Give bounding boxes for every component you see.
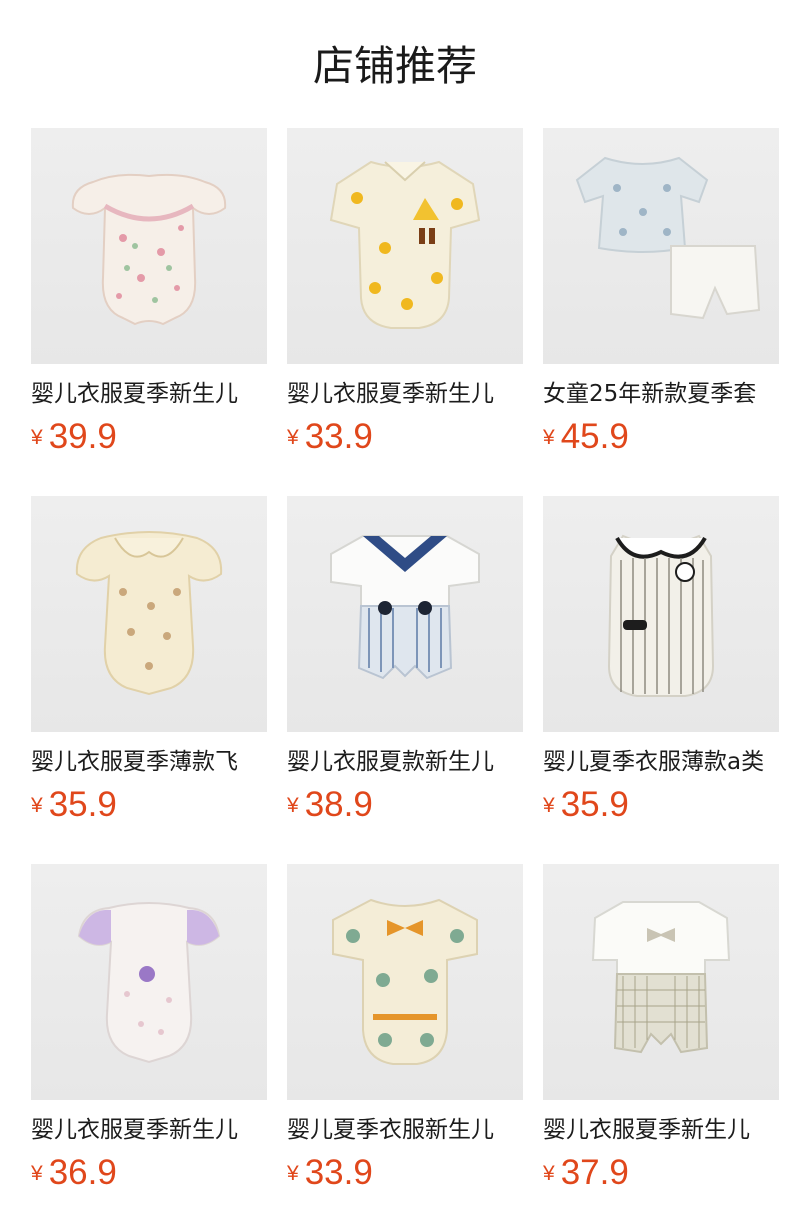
sailor-collar-stripe-romper-icon (330, 535, 480, 680)
product-price: ¥35.9 (31, 783, 117, 827)
lavender-lace-romper-icon (77, 902, 221, 1064)
product-name[interactable]: 婴儿衣服夏季新生儿 (543, 1114, 779, 1146)
product-price: ¥33.9 (287, 1151, 373, 1195)
product-image[interactable] (287, 864, 523, 1100)
product-image[interactable] (543, 864, 779, 1100)
product-name[interactable]: 婴儿夏季衣服薄款a类 (543, 746, 779, 778)
product-image[interactable] (543, 496, 779, 732)
product-name[interactable]: 婴儿夏季衣服新生儿 (287, 1114, 523, 1146)
gentleman-bowtie-romper-icon (591, 901, 731, 1054)
product-name[interactable]: 女童25年新款夏季套 (543, 378, 779, 410)
product-image[interactable] (31, 496, 267, 732)
page-title: 店铺推荐 (313, 42, 477, 90)
currency-symbol: ¥ (287, 794, 299, 817)
currency-symbol: ¥ (31, 794, 43, 817)
floral-flutter-romper-icon (71, 173, 227, 326)
currency-symbol: ¥ (287, 1162, 299, 1185)
product-name[interactable]: 婴儿衣服夏季新生儿 (31, 378, 267, 410)
price-value: 36.9 (48, 1153, 117, 1192)
product-price: ¥38.9 (287, 783, 373, 827)
price-value: 35.9 (48, 785, 117, 824)
price-value: 45.9 (560, 417, 629, 456)
product-image[interactable] (31, 128, 267, 364)
product-price: ¥39.9 (31, 415, 117, 459)
product-image[interactable] (543, 128, 779, 364)
currency-symbol: ¥ (287, 426, 299, 449)
yellow-duck-polo-romper-icon (329, 160, 481, 329)
price-value: 33.9 (304, 417, 373, 456)
product-name[interactable]: 婴儿衣服夏季薄款飞 (31, 746, 267, 778)
currency-symbol: ¥ (543, 794, 555, 817)
product-name[interactable]: 婴儿衣服夏季新生儿 (287, 378, 523, 410)
currency-symbol: ¥ (543, 426, 555, 449)
floral-top-bloomer-set-icon (575, 156, 761, 320)
peter-pan-collar-floral-romper-icon (75, 531, 223, 696)
price-value: 33.9 (304, 1153, 373, 1192)
duck-bowtie-romper-icon (332, 898, 478, 1065)
price-value: 35.9 (560, 785, 629, 824)
product-name[interactable]: 婴儿衣服夏季新生儿 (31, 1114, 267, 1146)
product-image[interactable] (287, 128, 523, 364)
currency-symbol: ¥ (31, 1162, 43, 1185)
product-image[interactable] (31, 864, 267, 1100)
price-value: 39.9 (48, 417, 117, 456)
price-value: 37.9 (560, 1153, 629, 1192)
product-price: ¥35.9 (543, 783, 629, 827)
currency-symbol: ¥ (543, 1162, 555, 1185)
currency-symbol: ¥ (31, 426, 43, 449)
product-price: ¥37.9 (543, 1151, 629, 1195)
product-price: ¥33.9 (287, 415, 373, 459)
product-name[interactable]: 婴儿衣服夏款新生儿 (287, 746, 523, 778)
product-price: ¥45.9 (543, 415, 629, 459)
price-value: 38.9 (304, 785, 373, 824)
product-price: ¥36.9 (31, 1151, 117, 1195)
product-image[interactable] (287, 496, 523, 732)
panda-collar-stripe-romper-icon (607, 534, 715, 697)
